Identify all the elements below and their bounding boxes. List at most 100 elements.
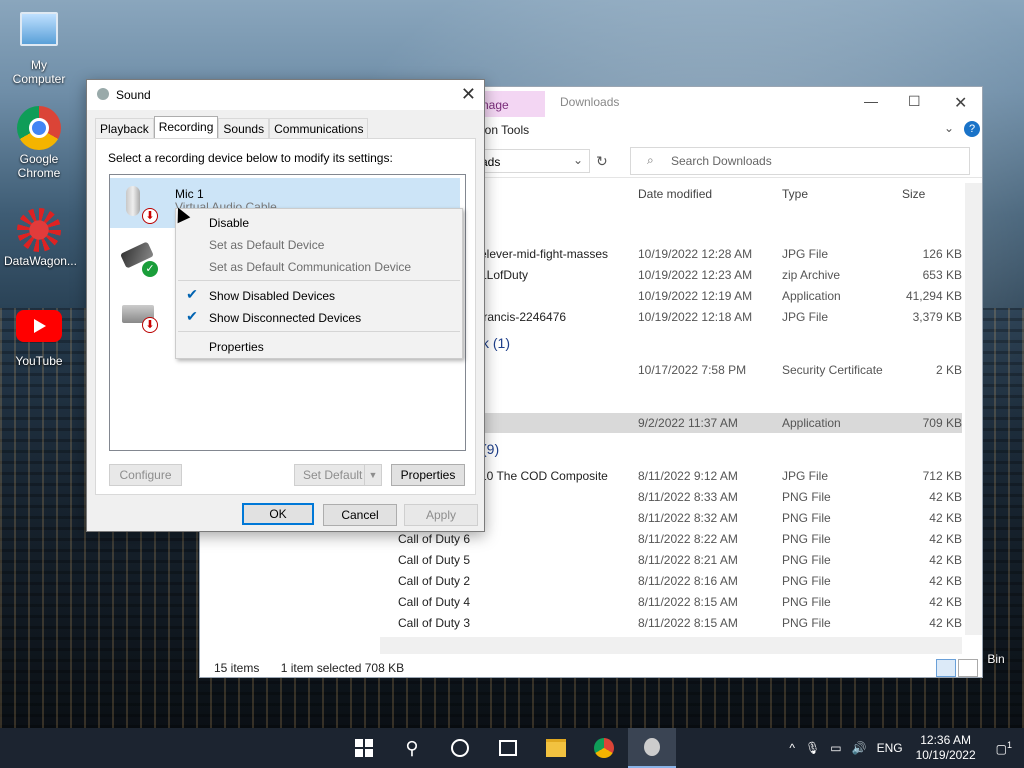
audio-cable-icon: ✓ xyxy=(118,237,158,277)
ribbon-application-tools-tab[interactable]: ion Tools xyxy=(482,123,529,137)
tab-sounds[interactable]: Sounds xyxy=(218,118,270,138)
show-hidden-icons-icon[interactable]: ^ xyxy=(784,741,800,755)
cancel-button[interactable]: Cancel xyxy=(323,504,397,526)
check-icon: ✔ xyxy=(186,286,198,302)
set-default-label: Set Default xyxy=(303,468,363,482)
window-title: Downloads xyxy=(560,95,620,109)
table-row[interactable]: Call of Duty 5 8/11/2022 8:21 AM PNG File 4… xyxy=(380,550,962,570)
speaker-icon xyxy=(97,88,109,100)
desktop-icon-label: DataWagon... xyxy=(4,254,77,268)
notification-icon[interactable]: ▢1 xyxy=(984,740,1024,756)
address-dropdown-icon[interactable]: ⌄ xyxy=(573,153,583,167)
search-input[interactable]: ⌕ Search Downloads xyxy=(630,147,970,175)
apply-button[interactable]: Apply xyxy=(404,504,478,526)
close-icon[interactable]: ✕ xyxy=(461,84,476,105)
address-bar[interactable]: ads ⌄ xyxy=(470,149,590,173)
column-header-size[interactable]: Size xyxy=(902,187,925,201)
configure-button[interactable]: Configure xyxy=(109,464,182,486)
notification-count: 1 xyxy=(1006,740,1012,750)
chevron-down-icon[interactable]: ⌄ xyxy=(944,121,954,135)
ribbon-manage-tab[interactable]: nage xyxy=(482,98,509,112)
desktop-icon-google-chrome[interactable]: Google Chrome xyxy=(4,106,74,180)
menu-item-set-default-device[interactable]: Set as Default Device xyxy=(176,233,462,255)
menu-item-show-disconnected-devices[interactable]: ✔ Show Disconnected Devices xyxy=(176,306,462,328)
search-button[interactable]: ⚲ xyxy=(388,728,436,768)
folder-icon xyxy=(546,739,566,757)
help-icon[interactable]: ? xyxy=(964,121,980,137)
disabled-arrow-icon: ⬇ xyxy=(142,317,158,333)
column-header-date[interactable]: Date modified xyxy=(638,187,712,201)
horizontal-scrollbar[interactable] xyxy=(380,637,962,654)
desktop-icon-label: Google Chrome xyxy=(17,152,61,180)
clock-time: 12:36 AM xyxy=(920,733,971,747)
desktop-icon-datawagon[interactable]: DataWagon... xyxy=(4,208,77,268)
start-button[interactable] xyxy=(340,728,388,768)
large-icons-view-icon[interactable] xyxy=(958,659,978,677)
desktop-icon-my-computer[interactable]: My Computer xyxy=(4,12,74,86)
menu-separator xyxy=(178,280,460,281)
volume-icon[interactable]: 🔊 xyxy=(847,741,872,755)
refresh-icon[interactable]: ↻ xyxy=(596,153,608,170)
speaker-icon xyxy=(644,738,660,756)
table-row[interactable]: Call of Duty 6 8/11/2022 8:22 AM PNG File 4… xyxy=(380,529,962,549)
ok-button[interactable]: OK xyxy=(242,503,314,525)
table-row[interactable]: Call of Duty 4 8/11/2022 8:15 AM PNG File 4… xyxy=(380,592,962,612)
desktop-icon-youtube[interactable]: YouTube xyxy=(4,310,74,368)
chrome-icon xyxy=(594,738,614,758)
active-check-icon: ✓ xyxy=(142,261,158,277)
group-header[interactable]: k (1) xyxy=(482,335,510,351)
table-row[interactable]: Call of Duty 3 8/11/2022 8:15 AM PNG File 4… xyxy=(380,613,962,633)
vertical-scrollbar[interactable] xyxy=(965,183,982,635)
menu-item-set-default-communication-device[interactable]: Set as Default Communication Device xyxy=(176,255,462,277)
taskbar-sound-settings[interactable] xyxy=(628,728,676,768)
clock[interactable]: 12:36 AM 10/19/2022 xyxy=(908,733,984,763)
network-icon[interactable]: ▭ xyxy=(825,741,846,755)
minimize-icon[interactable]: — xyxy=(864,93,878,109)
status-selection: 1 item selected 708 KB xyxy=(280,661,405,675)
youtube-icon xyxy=(16,310,62,342)
dialog-title: Sound xyxy=(116,88,151,102)
audio-device-icon: ⬇ xyxy=(118,293,158,333)
tab-communications[interactable]: Communications xyxy=(269,118,369,138)
microphone-icon[interactable]: 🎙 xyxy=(800,741,825,755)
status-bar: 15 items 1 item selected 708 KB xyxy=(214,661,404,675)
maximize-icon[interactable]: ☐ xyxy=(908,93,921,110)
table-row[interactable]: Call of Duty 2 8/11/2022 8:16 AM PNG File 4… xyxy=(380,571,962,591)
computer-icon xyxy=(20,12,58,46)
clock-date: 10/19/2022 xyxy=(915,748,976,762)
windows-logo-icon xyxy=(355,739,373,757)
device-context-menu: Disable Set as Default Device Set as Def… xyxy=(175,208,463,359)
set-default-button[interactable]: Set Default ▼ xyxy=(294,464,382,486)
circle-icon xyxy=(451,739,469,757)
menu-item-show-disabled-devices[interactable]: ✔ Show Disabled Devices xyxy=(176,284,462,306)
disabled-arrow-icon: ⬇ xyxy=(142,208,158,224)
chrome-icon xyxy=(17,106,61,150)
chevron-down-icon[interactable]: ▼ xyxy=(364,465,381,485)
microphone-icon: ⬇ xyxy=(118,184,158,224)
language-indicator[interactable]: ENG xyxy=(872,741,908,755)
close-icon[interactable]: ✕ xyxy=(954,93,967,113)
taskbar-file-explorer[interactable] xyxy=(532,728,580,768)
task-view-icon xyxy=(499,740,517,756)
task-view-button[interactable] xyxy=(484,728,532,768)
desktop-icon-label: My Computer xyxy=(12,58,66,86)
tab-playback[interactable]: Playback xyxy=(95,118,154,138)
instruction-text: Select a recording device below to modif… xyxy=(108,151,393,165)
dialog-titlebar: Sound ✕ xyxy=(87,80,484,110)
desktop-icon-label: YouTube xyxy=(15,354,63,368)
search-icon: ⚲ xyxy=(405,737,419,758)
cortana-button[interactable] xyxy=(436,728,484,768)
menu-item-properties[interactable]: Properties xyxy=(176,335,462,357)
taskbar: ⚲ ^ 🎙 ▭ 🔊 ENG 12:36 AM 10/19/2022 ▢1 xyxy=(0,728,1024,768)
column-header-type[interactable]: Type xyxy=(782,187,808,201)
menu-item-disable[interactable]: Disable xyxy=(176,211,462,233)
dialog-tabs: Playback Recording Sounds Communications xyxy=(95,116,369,141)
menu-separator xyxy=(178,331,460,332)
status-item-count: 15 items xyxy=(214,661,260,675)
search-icon: ⌕ xyxy=(647,153,654,167)
datawagon-icon xyxy=(17,208,61,252)
details-view-icon[interactable] xyxy=(936,659,956,677)
device-name: Mic 1 xyxy=(175,187,204,201)
properties-button[interactable]: Properties xyxy=(391,464,465,486)
taskbar-chrome[interactable] xyxy=(580,728,628,768)
